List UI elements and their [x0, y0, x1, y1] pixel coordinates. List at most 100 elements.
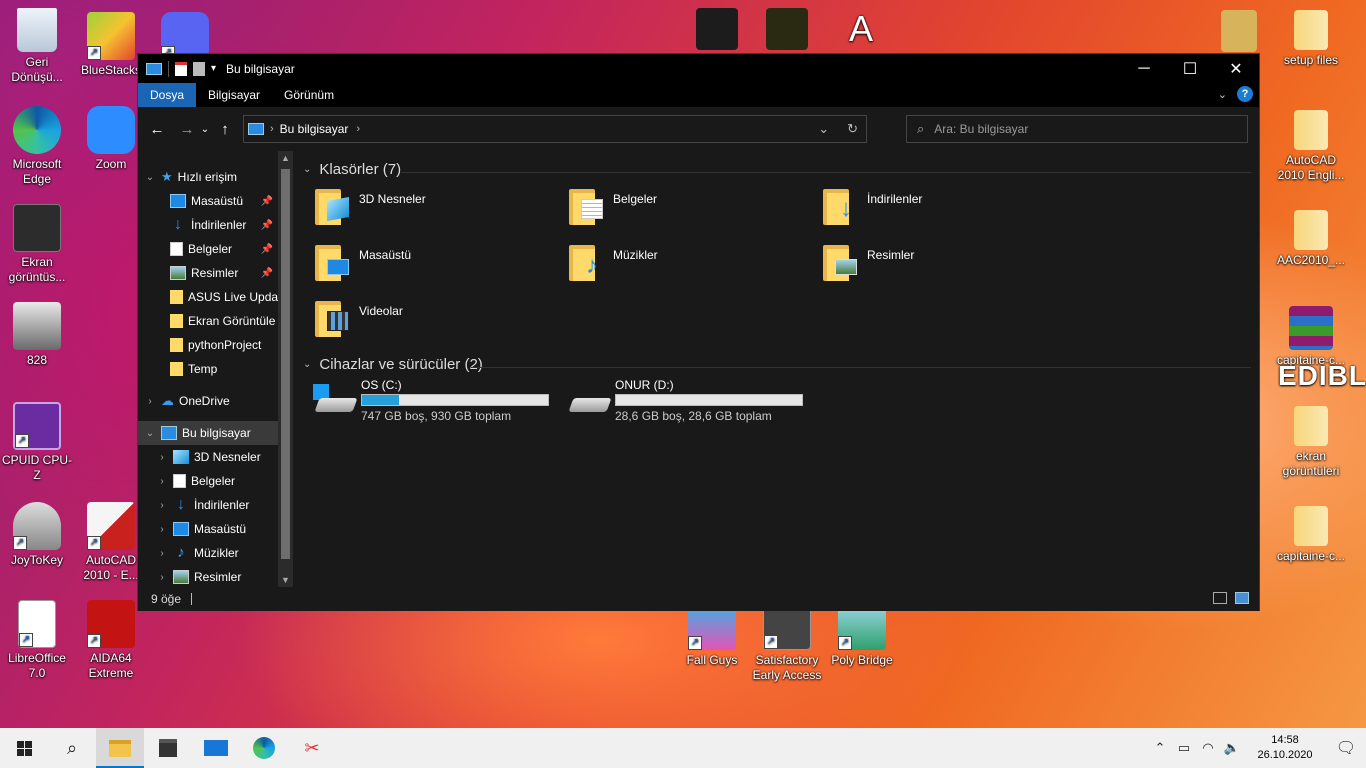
- desktop-icon-capitaine-zip[interactable]: capitaine-c...: [1274, 506, 1348, 564]
- desktop-icon-aida64[interactable]: ↗ AIDA64 Extreme: [74, 600, 148, 681]
- tab-view[interactable]: Görünüm: [272, 83, 346, 107]
- battery-icon[interactable]: ▭: [1172, 740, 1196, 756]
- address-history-icon[interactable]: ⌄: [818, 121, 829, 137]
- nav-item-python-project[interactable]: pythonProject: [138, 333, 293, 357]
- desktop-icon-autocad-zip[interactable]: AutoCAD 2010 Engli...: [1274, 110, 1348, 183]
- volume-icon[interactable]: 🔈: [1220, 740, 1244, 756]
- scrollbar-thumb[interactable]: [281, 169, 290, 559]
- expand-chevron-icon[interactable]: ›: [155, 476, 169, 487]
- scroll-down-icon[interactable]: ▼: [278, 575, 293, 585]
- nav-item-desktop[interactable]: Masaüstü 📌: [138, 189, 293, 213]
- search-button[interactable]: ⌕: [48, 728, 96, 768]
- taskbar-store[interactable]: [144, 728, 192, 768]
- taskbar-snipping-tool[interactable]: ✂: [288, 728, 336, 768]
- expand-ribbon-icon[interactable]: ⌄: [1218, 88, 1227, 101]
- nav-this-pc[interactable]: ⌄ Bu bilgisayar: [138, 421, 293, 445]
- desktop-icon-setup-files[interactable]: setup files: [1274, 10, 1348, 68]
- expand-chevron-icon[interactable]: ⌄: [143, 172, 157, 183]
- new-folder-icon[interactable]: [193, 61, 205, 76]
- desktop-icon-libreoffice[interactable]: ↗ LibreOffice 7.0: [0, 600, 74, 681]
- back-button[interactable]: ←: [146, 121, 168, 138]
- drives-group-header[interactable]: ⌄ Cihazlar ve sürücüler (2): [303, 356, 483, 373]
- folder-item[interactable]: Resimler: [801, 241, 1051, 291]
- nav-pc-music[interactable]: › ♪ Müzikler: [138, 541, 293, 565]
- desktop-icon-ekran-zip[interactable]: ekran görüntüleri: [1274, 406, 1348, 479]
- expand-chevron-icon[interactable]: ›: [155, 572, 169, 583]
- folder-item[interactable]: Videolar: [293, 297, 543, 347]
- tab-computer[interactable]: Bilgisayar: [196, 83, 272, 107]
- close-button[interactable]: ✕: [1213, 54, 1259, 83]
- clock[interactable]: 14:58 26.10.2020: [1250, 733, 1320, 763]
- tab-file[interactable]: Dosya: [138, 83, 197, 107]
- desktop-icon-satisfactory[interactable]: ↗ Satisfactory Early Access: [750, 602, 824, 683]
- folder-item[interactable]: ♪ Müzikler: [547, 241, 797, 291]
- drive-item[interactable]: ONUR (D:) 28,6 GB boş, 28,6 GB toplam: [547, 378, 803, 428]
- show-hidden-icons-icon[interactable]: ⌃: [1148, 740, 1172, 756]
- breadcrumb-this-pc[interactable]: Bu bilgisayar: [280, 122, 349, 136]
- desktop-icon-828[interactable]: 828: [0, 302, 74, 368]
- folder-item[interactable]: Masaüstü: [293, 241, 543, 291]
- maximize-button[interactable]: ☐: [1167, 54, 1213, 83]
- desktop-icon-recycle-bin[interactable]: Geri Dönüşü...: [0, 8, 74, 85]
- details-view-icon[interactable]: [1213, 592, 1227, 604]
- expand-chevron-icon[interactable]: ⌄: [143, 428, 157, 439]
- desktop-icon-joytokey[interactable]: ↗ JoyToKey: [0, 502, 74, 568]
- search-box[interactable]: ⌕ Ara: Bu bilgisayar: [906, 115, 1248, 143]
- nav-scrollbar[interactable]: ▲ ▼: [278, 151, 293, 587]
- large-icons-view-icon[interactable]: [1235, 592, 1249, 604]
- nav-onedrive[interactable]: › ☁ OneDrive: [138, 389, 293, 413]
- expand-chevron-icon[interactable]: ›: [155, 452, 169, 463]
- desktop-icon-zip-1[interactable]: [1202, 10, 1276, 55]
- desktop-icon-game-z[interactable]: [750, 8, 824, 53]
- nav-pc-downloads[interactable]: › ↓ İndirilenler: [138, 493, 293, 517]
- customize-toolbar-icon[interactable]: ▾: [211, 63, 216, 74]
- nav-quick-access[interactable]: ⌄ ★ Hızlı erişim: [138, 165, 293, 189]
- desktop-icon-fall-guys[interactable]: ↗ Fall Guys: [675, 602, 749, 668]
- taskbar-edge[interactable]: [240, 728, 288, 768]
- nav-item-documents[interactable]: Belgeler 📌: [138, 237, 293, 261]
- collapse-chevron-icon[interactable]: ⌄: [303, 359, 311, 370]
- folders-group-header[interactable]: ⌄ Klasörler (7): [303, 161, 401, 178]
- scroll-up-icon[interactable]: ▲: [278, 153, 293, 163]
- nav-item-pictures[interactable]: Resimler 📌: [138, 261, 293, 285]
- expand-chevron-icon[interactable]: ›: [155, 548, 169, 559]
- folder-item[interactable]: Belgeler: [547, 185, 797, 235]
- start-button[interactable]: [0, 728, 48, 768]
- nav-pc-3d-objects[interactable]: › 3D Nesneler: [138, 445, 293, 469]
- desktop-icon-edge[interactable]: Microsoft Edge: [0, 106, 74, 187]
- drive-item[interactable]: OS (C:) 747 GB boş, 930 GB toplam: [293, 378, 549, 428]
- up-button[interactable]: ↑: [214, 121, 236, 138]
- desktop-icon-cpuz[interactable]: ↗ CPUID CPU-Z: [0, 402, 74, 483]
- expand-chevron-icon[interactable]: ›: [155, 524, 169, 535]
- address-bar[interactable]: › Bu bilgisayar › ⌄ ↻: [243, 115, 867, 143]
- taskbar-file-explorer[interactable]: [96, 728, 144, 768]
- recent-locations-button[interactable]: ⌄: [198, 124, 212, 135]
- forward-button[interactable]: →: [176, 121, 198, 138]
- minimize-button[interactable]: ─: [1121, 54, 1167, 83]
- help-icon[interactable]: ?: [1237, 86, 1253, 102]
- desktop-icon-aac2010[interactable]: AAC2010_...: [1274, 210, 1348, 268]
- desktop-icon-valorant[interactable]: [680, 8, 754, 53]
- desktop-icon-game-a[interactable]: A: [824, 8, 898, 53]
- expand-chevron-icon[interactable]: ›: [155, 500, 169, 511]
- desktop-icon-screenshot[interactable]: Ekran görüntüs...: [0, 204, 74, 285]
- nav-pc-desktop[interactable]: › Masaüstü: [138, 517, 293, 541]
- nav-pc-pictures[interactable]: › Resimler: [138, 565, 293, 587]
- expand-chevron-icon[interactable]: ›: [143, 396, 157, 407]
- nav-item-ekran-goruntuleri[interactable]: Ekran Görüntüle: [138, 309, 293, 333]
- folder-item[interactable]: 3D Nesneler: [293, 185, 543, 235]
- notifications-icon[interactable]: 🗨: [1326, 738, 1366, 758]
- nav-item-asus-live-update[interactable]: ASUS Live Updat: [138, 285, 293, 309]
- folder-item[interactable]: ↓ İndirilenler: [801, 185, 1051, 235]
- desktop-icon-winrar[interactable]: capitaine-c...: [1274, 306, 1348, 368]
- wifi-icon[interactable]: ◠: [1196, 740, 1220, 756]
- breadcrumb-chevron-icon[interactable]: ›: [356, 123, 360, 135]
- nav-item-downloads[interactable]: ↓ İndirilenler 📌: [138, 213, 293, 237]
- taskbar-mail[interactable]: [192, 728, 240, 768]
- refresh-icon[interactable]: ↻: [847, 121, 858, 137]
- nav-pc-documents[interactable]: › Belgeler: [138, 469, 293, 493]
- desktop-icon-poly-bridge[interactable]: ↗ Poly Bridge: [825, 602, 899, 668]
- nav-item-temp[interactable]: Temp: [138, 357, 293, 381]
- collapse-chevron-icon[interactable]: ⌄: [303, 164, 311, 175]
- properties-icon[interactable]: [175, 61, 187, 76]
